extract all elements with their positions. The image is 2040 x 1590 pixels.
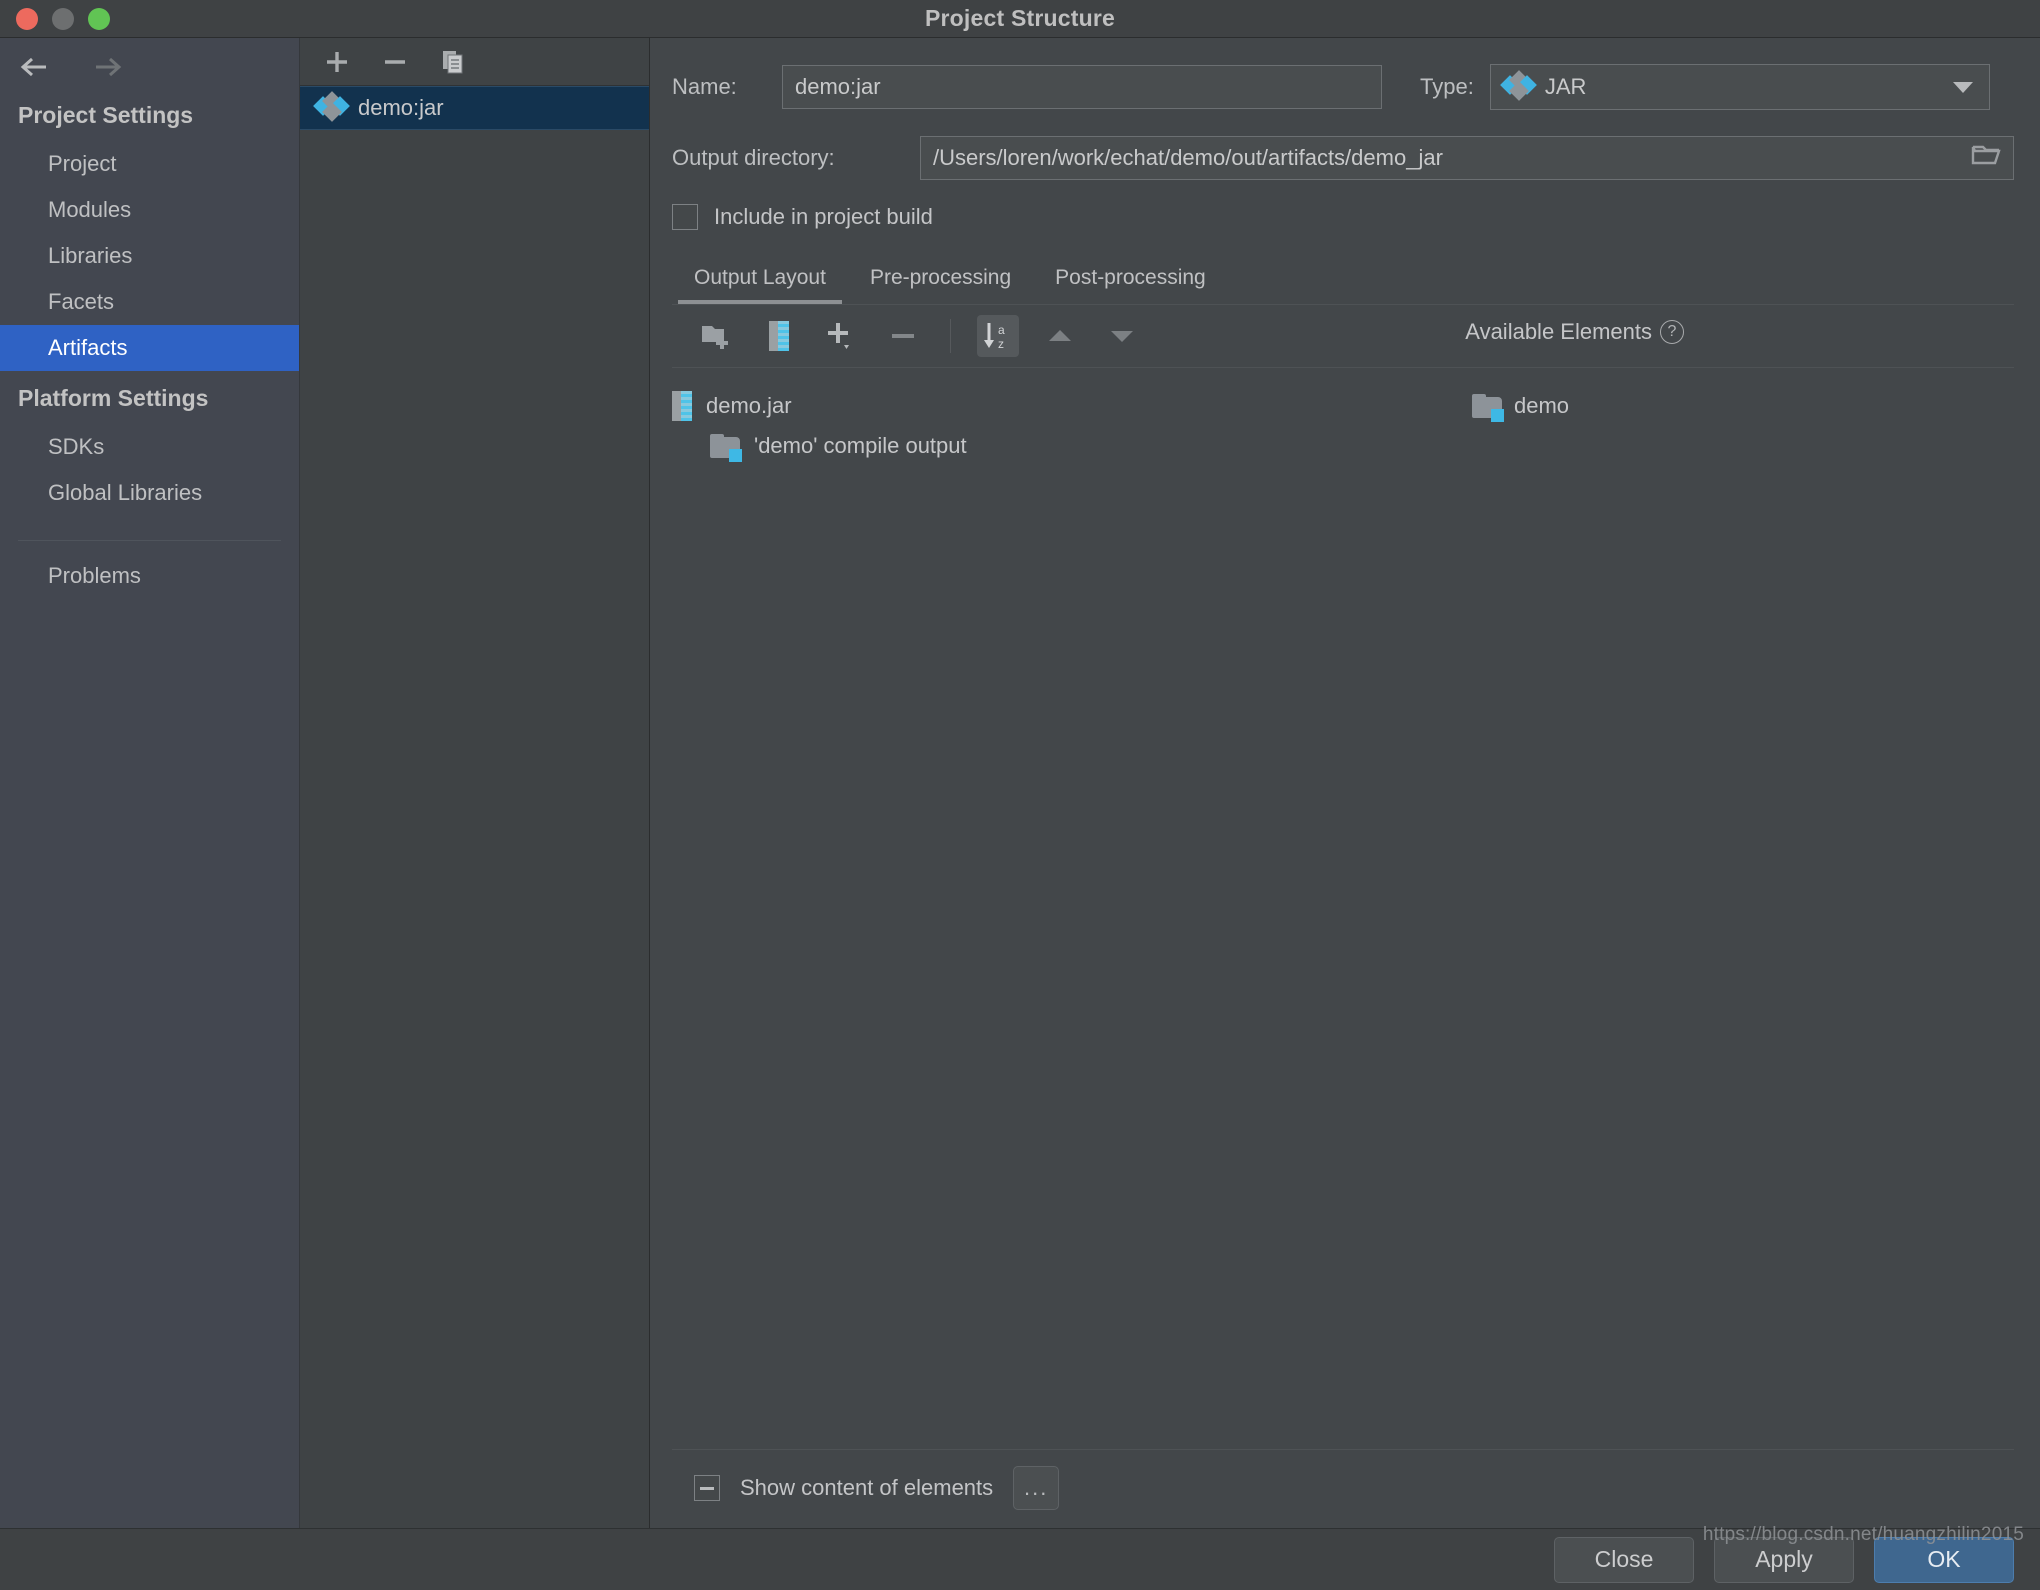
output-layout-toolbar: a z Available Elements ? bbox=[672, 305, 2014, 368]
include-in-build-row[interactable]: Include in project build bbox=[650, 180, 2040, 230]
sidebar-item-project[interactable]: Project bbox=[0, 141, 299, 187]
forward-arrow-icon[interactable] bbox=[86, 54, 124, 80]
artifact-detail-pane: Name: demo:jar Type: JAR Output director… bbox=[650, 38, 2040, 1528]
archive-icon[interactable] bbox=[758, 315, 800, 357]
tab-output-layout[interactable]: Output Layout bbox=[672, 256, 848, 304]
type-select[interactable]: JAR bbox=[1490, 64, 1990, 110]
available-element-label: demo bbox=[1514, 393, 1569, 419]
output-directory-label: Output directory: bbox=[672, 145, 920, 171]
output-directory-row: Output directory: /Users/loren/work/echa… bbox=[650, 110, 2040, 180]
name-label: Name: bbox=[672, 74, 782, 100]
sidebar-item-problems[interactable]: Problems bbox=[0, 541, 299, 599]
artifacts-list-panel: demo:jar bbox=[300, 38, 650, 1528]
arrow-down-icon[interactable] bbox=[1101, 315, 1143, 357]
include-in-build-label: Include in project build bbox=[714, 204, 933, 230]
toolbar-separator bbox=[950, 319, 951, 353]
back-arrow-icon[interactable] bbox=[18, 54, 56, 80]
copy-artifact-button[interactable] bbox=[438, 47, 468, 77]
help-circle-icon[interactable]: ? bbox=[1660, 320, 1684, 344]
arrow-up-icon[interactable] bbox=[1039, 315, 1081, 357]
tab-post-processing[interactable]: Post-processing bbox=[1033, 256, 1228, 304]
show-content-options-button[interactable]: ... bbox=[1013, 1466, 1059, 1510]
jar-artifact-icon bbox=[316, 94, 346, 122]
jar-artifact-icon bbox=[1503, 73, 1533, 101]
svg-text:a: a bbox=[998, 323, 1005, 337]
title-bar: Project Structure bbox=[0, 0, 2040, 38]
tree-row[interactable]: demo.jar bbox=[672, 386, 1394, 426]
list-item[interactable]: demo:jar bbox=[300, 86, 649, 130]
sidebar-item-artifacts[interactable]: Artifacts bbox=[0, 325, 299, 371]
watermark: https://blog.csdn.net/huangzhilin2015 bbox=[1703, 1524, 2024, 1546]
tab-pre-processing[interactable]: Pre-processing bbox=[848, 256, 1033, 304]
minus-icon[interactable] bbox=[882, 315, 924, 357]
plus-dropdown-icon[interactable] bbox=[820, 315, 862, 357]
navigation-arrows bbox=[0, 38, 299, 88]
window-title: Project Structure bbox=[0, 5, 2040, 32]
browse-folder-icon[interactable] bbox=[1971, 143, 2001, 173]
tree-row-label: demo.jar bbox=[706, 393, 792, 419]
archive-icon bbox=[672, 391, 692, 421]
available-elements-title: Available Elements ? bbox=[1465, 319, 1684, 345]
compile-output-folder-icon bbox=[710, 434, 740, 458]
available-elements-label: Available Elements bbox=[1465, 319, 1652, 345]
sidebar-item-global-libraries[interactable]: Global Libraries bbox=[0, 470, 299, 516]
name-input[interactable]: demo:jar bbox=[782, 65, 1382, 109]
type-selected-value: JAR bbox=[1545, 74, 1587, 100]
project-structure-dialog: Project Structure Project Settings Proje… bbox=[0, 0, 2040, 1590]
remove-artifact-button[interactable] bbox=[380, 47, 410, 77]
dialog-body: Project Settings Project Modules Librari… bbox=[0, 38, 2040, 1528]
list-item[interactable]: demo bbox=[1394, 386, 2014, 426]
type-row: Type: JAR bbox=[1420, 64, 1990, 110]
include-in-build-checkbox[interactable] bbox=[672, 204, 698, 230]
detail-tabs: Output Layout Pre-processing Post-proces… bbox=[672, 256, 2040, 304]
layout-panes: demo.jar 'demo' compile output d bbox=[672, 368, 2014, 1449]
name-row: Name: demo:jar Type: JAR bbox=[650, 38, 2040, 110]
artifacts-toolbar bbox=[300, 38, 649, 86]
show-content-label: Show content of elements bbox=[740, 1475, 993, 1501]
folder-add-icon[interactable] bbox=[696, 315, 738, 357]
output-directory-value: /Users/loren/work/echat/demo/out/artifac… bbox=[933, 145, 1443, 171]
available-elements-tree[interactable]: demo bbox=[1394, 368, 2014, 1449]
show-content-row: Show content of elements ... bbox=[672, 1449, 2014, 1528]
output-directory-input[interactable]: /Users/loren/work/echat/demo/out/artifac… bbox=[920, 136, 2014, 180]
sidebar-item-sdks[interactable]: SDKs bbox=[0, 424, 299, 470]
tree-row-label: 'demo' compile output bbox=[754, 433, 967, 459]
sort-az-icon[interactable]: a z bbox=[977, 315, 1019, 357]
svg-text:z: z bbox=[998, 337, 1004, 351]
close-button[interactable]: Close bbox=[1554, 1537, 1694, 1583]
sidebar-item-libraries[interactable]: Libraries bbox=[0, 233, 299, 279]
artifacts-list[interactable]: demo:jar bbox=[300, 86, 649, 1528]
add-artifact-button[interactable] bbox=[322, 47, 352, 77]
tree-row[interactable]: 'demo' compile output bbox=[672, 426, 1394, 466]
sidebar-group-platform-settings: Platform Settings bbox=[0, 371, 299, 424]
chevron-down-icon bbox=[1953, 82, 1973, 93]
artifact-name-label: demo:jar bbox=[358, 95, 444, 121]
show-content-checkbox[interactable] bbox=[694, 1475, 720, 1501]
type-label: Type: bbox=[1420, 74, 1474, 100]
output-layout-tree[interactable]: demo.jar 'demo' compile output bbox=[672, 368, 1394, 1449]
sidebar-item-facets[interactable]: Facets bbox=[0, 279, 299, 325]
sidebar-group-project-settings: Project Settings bbox=[0, 88, 299, 141]
sidebar-item-modules[interactable]: Modules bbox=[0, 187, 299, 233]
module-folder-icon bbox=[1472, 394, 1502, 418]
settings-sidebar: Project Settings Project Modules Librari… bbox=[0, 38, 300, 1528]
